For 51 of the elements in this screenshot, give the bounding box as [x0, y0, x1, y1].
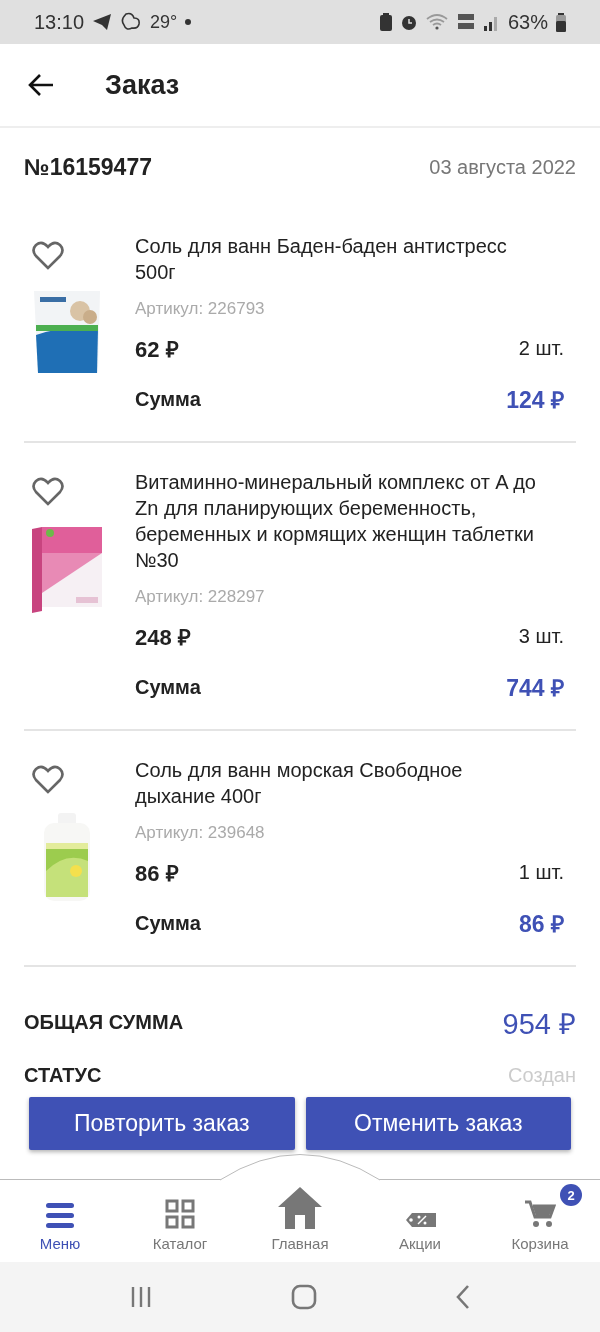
order-date: 03 августа 2022	[429, 156, 576, 179]
unit-price: 62 ₽	[135, 336, 179, 363]
unit-price: 248 ₽	[135, 624, 191, 651]
clock: 13:10	[34, 10, 85, 34]
nav-tab[interactable]: Каталог	[120, 1180, 240, 1262]
recent-apps-button[interactable]	[129, 1285, 153, 1309]
total-value: 954 ₽	[502, 1007, 576, 1042]
battery-percent: 63%	[507, 10, 548, 34]
home-icon	[277, 1185, 323, 1229]
paper-plane-icon	[92, 13, 113, 31]
temperature: 29°	[150, 11, 178, 33]
home-button[interactable]	[291, 1284, 317, 1310]
sum-value: 744 ₽	[506, 674, 564, 703]
unit-price: 86 ₽	[135, 860, 179, 887]
battery-icon	[556, 12, 566, 32]
product-name: Витаминно-минеральный комплекс от A до Zn для планирующих беременность, беременных и кормящих женщин таблетки №30	[135, 470, 537, 573]
favorite-button[interactable]	[32, 765, 64, 795]
quantity: 2 шт.	[518, 336, 564, 360]
wifi-icon	[425, 13, 448, 31]
quantity: 1 шт.	[518, 860, 564, 884]
nav-tab[interactable]: Меню	[0, 1180, 120, 1262]
order-number: №16159477	[24, 154, 152, 181]
sum-label: Сумма	[135, 911, 201, 935]
dot-icon	[185, 19, 192, 25]
menu-icon	[44, 1201, 76, 1229]
nav-tab[interactable]: Акции	[360, 1180, 480, 1262]
alarm-icon	[399, 13, 418, 31]
total-label: ОБЩАЯ СУММА	[24, 1011, 184, 1034]
cart-icon	[524, 1199, 556, 1229]
sum-label: Сумма	[135, 675, 201, 699]
status-label: СТАТУС	[24, 1064, 102, 1087]
cart-count-badge: 2	[560, 1184, 582, 1206]
battery-saver-icon	[379, 13, 392, 31]
product-name: Соль для ванн Баден-баден антистресс 500г	[135, 234, 508, 285]
sum-value: 124 ₽	[506, 386, 564, 415]
sum-label: Сумма	[135, 387, 201, 411]
grid-icon	[165, 1199, 195, 1229]
product-name: Соль для ванн морская Свободное дыхание 400г	[135, 758, 464, 809]
article-number: Артикул: 239648	[135, 823, 266, 843]
quantity: 3 шт.	[518, 624, 564, 648]
article-number: Артикул: 228297	[135, 587, 266, 607]
article-number: Артикул: 226793	[135, 299, 266, 319]
cancel-order-button[interactable]: Отменить заказ	[305, 1097, 571, 1150]
page-title: Заказ	[105, 69, 180, 101]
favorite-button[interactable]	[32, 477, 64, 507]
nav-tab[interactable]: Корзина 2	[480, 1180, 600, 1262]
nav-tab[interactable]: Главная	[240, 1180, 360, 1262]
favorite-button[interactable]	[32, 241, 64, 271]
sum-value: 86 ₽	[519, 910, 564, 939]
repeat-order-button[interactable]: Повторить заказ	[29, 1097, 295, 1150]
back-nav-button[interactable]	[455, 1284, 471, 1310]
